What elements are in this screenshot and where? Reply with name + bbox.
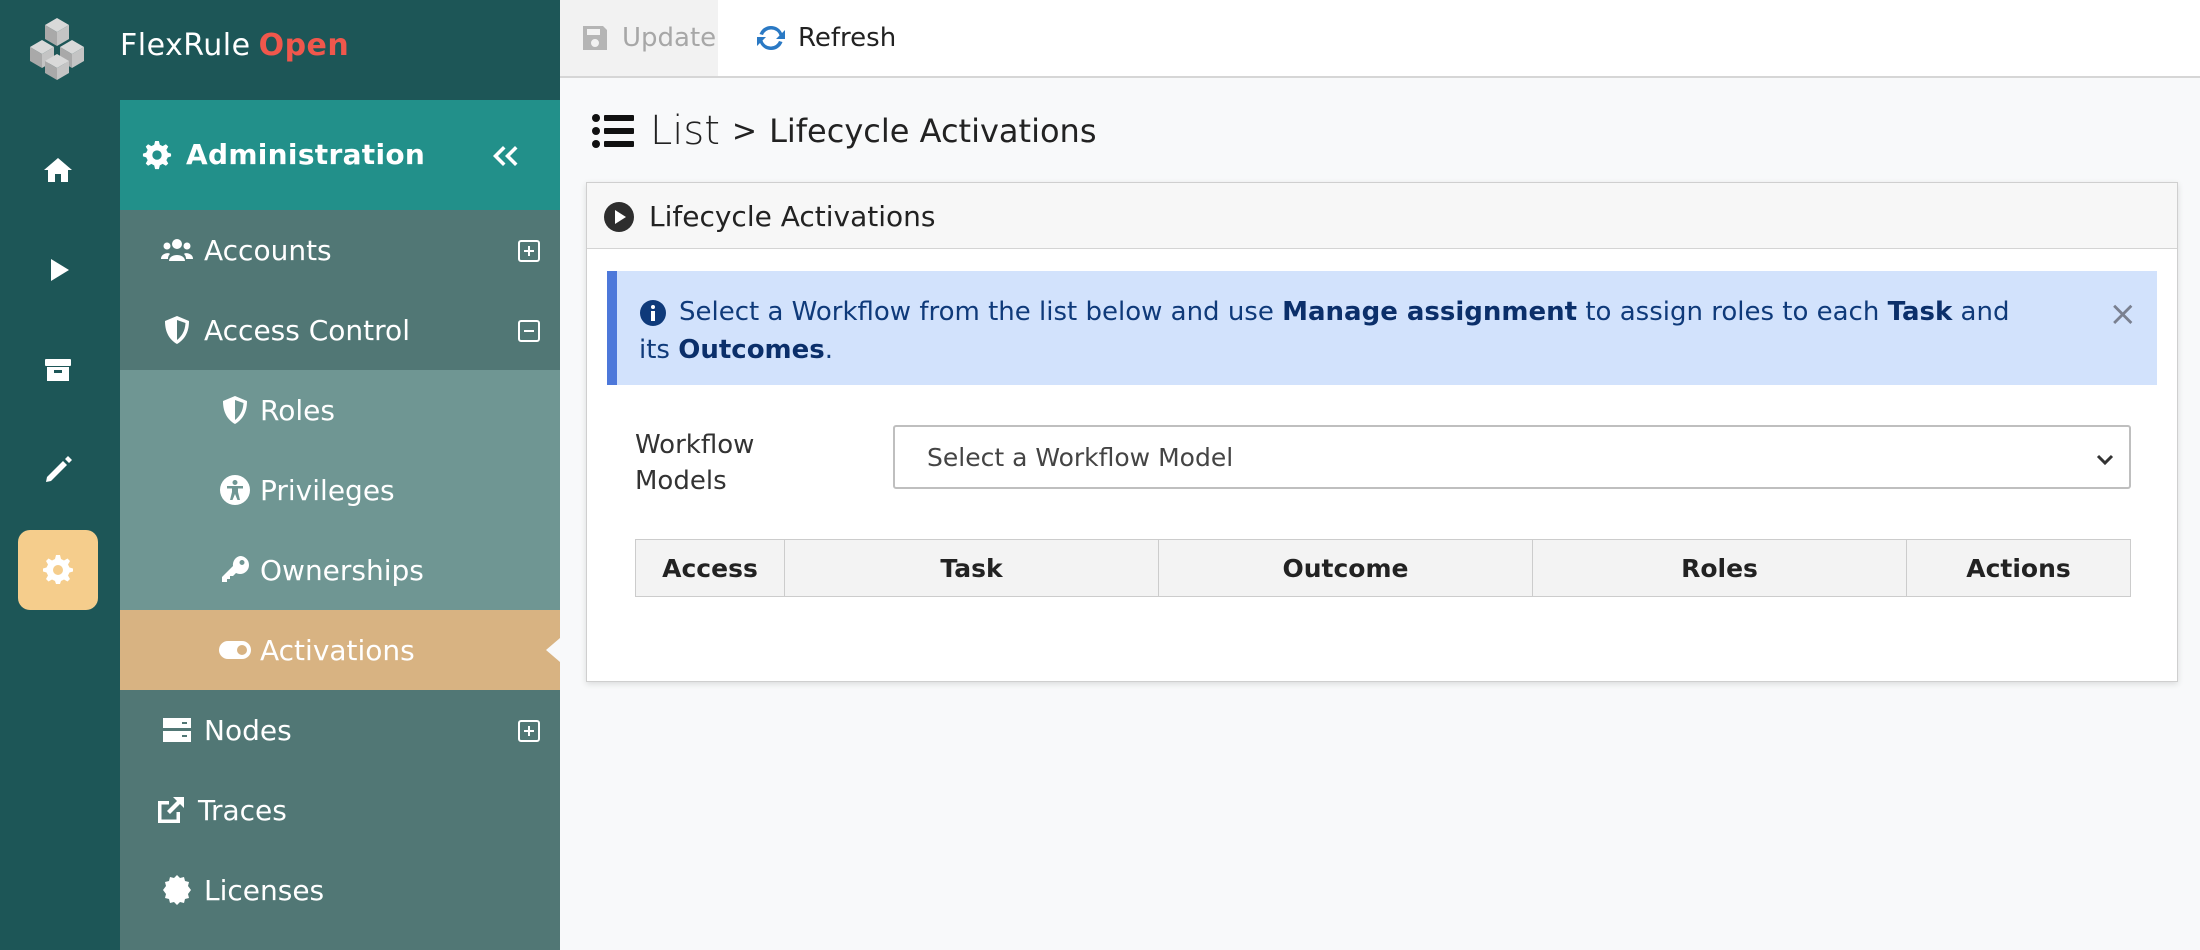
alert-text: to assign roles to each — [1577, 297, 1888, 327]
sidebar-item-label: Licenses — [204, 874, 325, 907]
sidebar-item-label: Roles — [260, 394, 335, 427]
sidebar-item-roles[interactable]: Roles — [120, 370, 560, 450]
sidebar-item-privileges[interactable]: Privileges — [120, 450, 560, 530]
shield-icon — [223, 396, 247, 424]
person-icon — [220, 475, 250, 505]
column-header-access[interactable]: Access — [636, 540, 785, 596]
sidebar-item-traces[interactable]: Traces — [120, 770, 560, 850]
page-title: List > Lifecycle Activations — [592, 108, 1096, 154]
sidebar-item-access-control[interactable]: Access Control — [120, 290, 560, 370]
sidebar-item-label: Nodes — [204, 714, 292, 747]
admin-sidebar: Administration Accounts Access Control R… — [120, 100, 560, 950]
info-alert: Select a Workflow from the list below an… — [607, 271, 2157, 385]
users-icon — [161, 239, 193, 261]
brand-name[interactable]: FlexRule Open — [120, 28, 349, 63]
toggle-icon — [219, 641, 251, 659]
column-header-task[interactable]: Task — [785, 540, 1159, 596]
sidebar-item-label: Accounts — [204, 234, 332, 267]
close-icon[interactable]: × — [2109, 297, 2138, 331]
sidebar-title: Administration — [186, 138, 426, 171]
archive-icon — [45, 359, 71, 381]
assignments-table-header: Access Task Outcome Roles Actions — [635, 539, 2131, 597]
breadcrumb-current: Lifecycle Activations — [769, 112, 1097, 150]
breadcrumb-separator: > — [731, 113, 758, 149]
alert-text: . — [824, 335, 834, 365]
home-icon — [44, 158, 72, 182]
certificate-icon — [163, 875, 191, 905]
rail-archive-button[interactable] — [18, 330, 98, 410]
sidebar-item-licenses[interactable]: Licenses — [120, 850, 560, 930]
sidebar-header: Administration — [120, 100, 560, 210]
sidebar-item-nodes[interactable]: Nodes — [120, 690, 560, 770]
workflow-models-label: Workflow Models — [635, 430, 755, 496]
sidebar-item-ownerships[interactable]: Ownerships — [120, 530, 560, 610]
top-toolbar: Update Refresh — [560, 0, 2200, 78]
server-icon — [163, 718, 191, 742]
sidebar-item-label: Access Control — [204, 314, 410, 347]
logo-cubes-icon — [30, 18, 84, 80]
sidebar-item-label: Privileges — [260, 474, 395, 507]
sidebar-item-label: Traces — [198, 794, 287, 827]
play-icon — [51, 259, 69, 281]
panel-header[interactable]: Lifecycle Activations — [587, 183, 2177, 249]
workflow-model-select[interactable]: Select a Workflow Model — [893, 425, 2131, 489]
brand-accent: Open — [258, 28, 350, 63]
gear-icon — [142, 140, 172, 170]
access-control-submenu: Roles Privileges Ownerships Activations — [120, 370, 560, 690]
icon-rail — [0, 100, 120, 950]
chevron-down-icon — [2096, 454, 2114, 466]
update-button[interactable]: Update — [560, 0, 718, 76]
brand-text: FlexRule — [120, 28, 251, 63]
key-icon — [222, 556, 249, 582]
save-icon — [583, 26, 607, 50]
external-link-icon — [158, 797, 184, 823]
sidebar-item-accounts[interactable]: Accounts — [120, 210, 560, 290]
manage-assignment-text: Manage assignment — [1282, 297, 1578, 327]
brand-header: FlexRule Open — [0, 0, 560, 100]
sidebar-item-label: Activations — [260, 634, 415, 667]
lifecycle-activations-panel: Lifecycle Activations Select a Workflow … — [586, 182, 2178, 682]
collapse-icon[interactable] — [518, 320, 540, 342]
pencil-icon — [46, 456, 72, 482]
alert-text: Select a Workflow from the list below an… — [679, 297, 1283, 327]
rail-edit-button[interactable] — [18, 430, 98, 510]
list-icon — [592, 114, 634, 148]
column-header-actions[interactable]: Actions — [1907, 540, 2130, 596]
outcomes-text: Outcomes — [678, 335, 825, 365]
gear-icon — [43, 555, 73, 584]
refresh-icon — [757, 25, 785, 51]
breadcrumb-list[interactable]: List — [650, 108, 720, 154]
column-header-roles[interactable]: Roles — [1533, 540, 1907, 596]
refresh-button[interactable]: Refresh — [756, 0, 896, 76]
panel-title: Lifecycle Activations — [649, 200, 936, 233]
refresh-label: Refresh — [798, 23, 897, 53]
update-label: Update — [622, 23, 717, 53]
alert-message: Select a Workflow from the list below an… — [639, 293, 2039, 369]
task-text: Task — [1887, 297, 1953, 327]
play-circle-icon — [604, 202, 634, 232]
workflow-select-value: Select a Workflow Model — [927, 443, 1234, 472]
column-header-outcome[interactable]: Outcome — [1159, 540, 1533, 596]
expand-icon[interactable] — [518, 720, 540, 742]
rail-settings-button[interactable] — [18, 530, 98, 610]
rail-play-button[interactable] — [18, 230, 98, 310]
sidebar-item-label: Ownerships — [260, 554, 424, 587]
expand-icon[interactable] — [518, 240, 540, 262]
shield-icon — [165, 316, 189, 344]
double-chevron-left-icon[interactable] — [486, 138, 522, 174]
sidebar-item-activations[interactable]: Activations — [120, 610, 560, 690]
rail-home-button[interactable] — [18, 130, 98, 210]
